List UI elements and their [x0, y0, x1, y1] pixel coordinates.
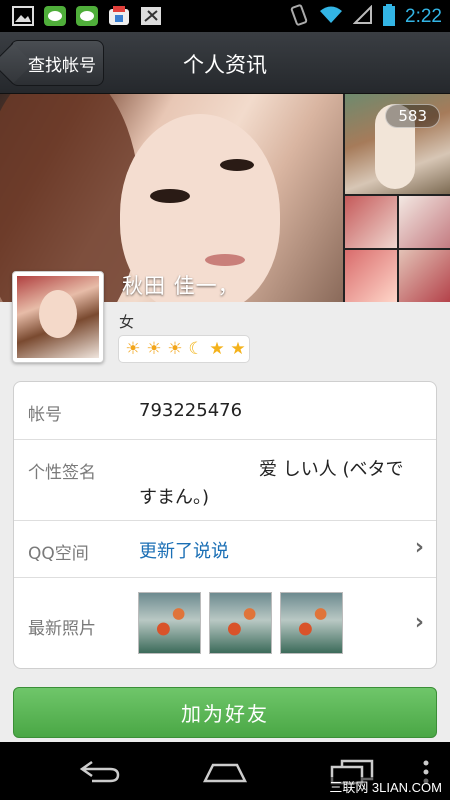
- photo-thumbnails: 583: [345, 94, 450, 302]
- chevron-right-icon: ›: [414, 535, 424, 560]
- photo-thumbnail[interactable]: 583: [345, 94, 450, 194]
- chat-icon: [76, 6, 98, 26]
- vibrate-icon: [289, 4, 309, 30]
- watermark: 三联网 3LIAN.COM: [327, 777, 444, 796]
- battery-icon: [383, 4, 396, 30]
- photo-count-badge: 583: [385, 104, 440, 128]
- debug-icon: [140, 6, 162, 26]
- qzone-link[interactable]: 更新了说说: [139, 537, 229, 563]
- star-icon: ★: [209, 338, 225, 359]
- photo-thumbnail[interactable]: [209, 592, 272, 654]
- profile-name: 秋田 佳一，: [122, 274, 240, 298]
- image-icon: [12, 6, 34, 26]
- back-button-label: 查找帐号: [28, 55, 96, 76]
- chat-icon: [44, 6, 66, 26]
- clock: 2:22: [405, 6, 442, 27]
- back-nav-icon[interactable]: [78, 759, 122, 787]
- profile-gender: 女: [119, 313, 135, 331]
- chevron-right-icon: ›: [414, 610, 424, 635]
- qzone-label: QQ空间: [28, 544, 89, 564]
- sun-icon: ☀: [125, 338, 141, 359]
- signature-label: 个性签名: [28, 463, 96, 483]
- navigation-bar: 三联网 3LIAN.COM: [0, 742, 450, 800]
- account-label: 帐号: [28, 405, 62, 425]
- photo-thumbnail[interactable]: [280, 592, 343, 654]
- add-friend-button[interactable]: 加为好友: [13, 687, 437, 738]
- account-value: 793225476: [139, 400, 243, 421]
- store-icon: [108, 6, 130, 26]
- signal-icon: [352, 4, 373, 29]
- photo-thumbnail[interactable]: [345, 196, 450, 302]
- home-nav-icon[interactable]: [201, 759, 249, 787]
- avatar[interactable]: [12, 271, 104, 363]
- notification-icons: [12, 6, 162, 26]
- sun-icon: ☀: [146, 338, 162, 359]
- status-bar: 2:22: [0, 0, 450, 32]
- latest-photos-row[interactable]: 最新照片 ›: [14, 578, 436, 668]
- title-bar: 查找帐号 个人资讯: [0, 32, 450, 94]
- qq-level-badge: ☀ ☀ ☀ ☾ ★ ★: [118, 335, 250, 363]
- sun-icon: ☀: [167, 338, 183, 359]
- info-card: 帐号 793225476 个性签名 爱 しい人 (ベタですまん。) QQ空间 更…: [13, 381, 437, 669]
- wifi-icon: [319, 5, 343, 29]
- star-icon: ★: [230, 338, 246, 359]
- signature-value: 爱 しい人 (ベタですまん。): [139, 459, 404, 508]
- photo-thumbnail[interactable]: [138, 592, 201, 654]
- latest-photos: [138, 592, 343, 654]
- account-row: 帐号 793225476: [14, 382, 436, 440]
- latest-photos-label: 最新照片: [28, 619, 96, 639]
- qzone-row[interactable]: QQ空间 更新了说说 ›: [14, 521, 436, 578]
- moon-icon: ☾: [188, 338, 204, 359]
- system-icons: 2:22: [289, 4, 442, 30]
- signature-row: 个性签名 爱 しい人 (ベタですまん。): [14, 440, 436, 521]
